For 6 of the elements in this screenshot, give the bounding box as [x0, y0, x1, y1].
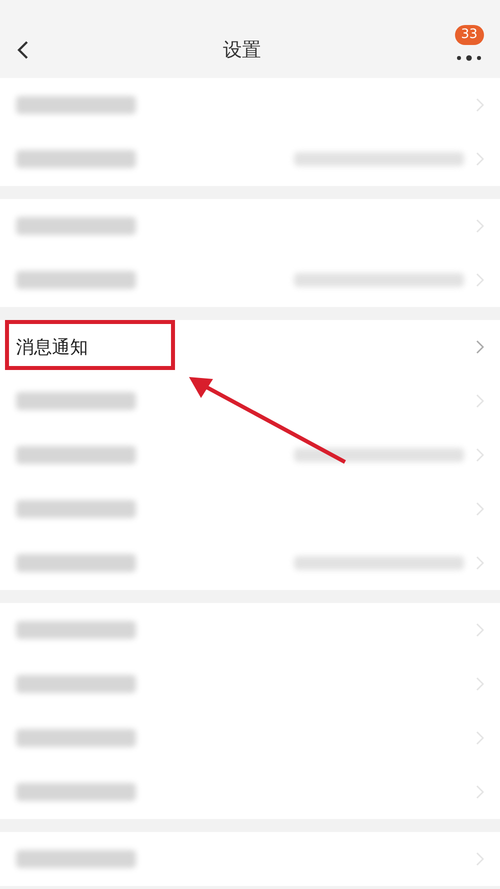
- chevron-icon[interactable]: [476, 340, 484, 354]
- back-icon[interactable]: [16, 40, 30, 60]
- row-label[interactable]: 消息通知: [16, 334, 88, 360]
- page-title: 设置: [223, 38, 261, 63]
- more-icon[interactable]: [456, 55, 482, 61]
- notification-badge: 33: [455, 25, 484, 45]
